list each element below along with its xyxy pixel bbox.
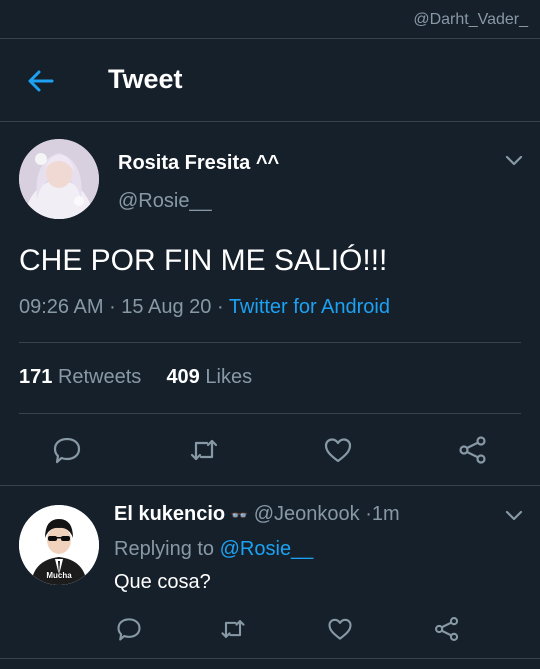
reply-comment-button[interactable] — [115, 615, 143, 643]
replying-to-label: Replying to — [114, 538, 215, 560]
stats-top-divider — [19, 342, 521, 343]
likes-label: Likes — [205, 366, 253, 388]
replying-to: Replying to @Rosie__ — [114, 538, 313, 561]
meta-separator: · — [216, 296, 229, 318]
reply-author-name[interactable]: El kukencio — [114, 503, 225, 525]
chevron-down-icon[interactable] — [505, 154, 523, 166]
tweet-stats: 171 Retweets 409 Likes — [19, 366, 252, 389]
tweet-text: CHE POR FIN ME SALIÓ!!! — [19, 244, 388, 277]
reply-header: El kukencio 👓 @Jeonkook ·1m — [114, 503, 400, 526]
retweets-stat[interactable]: 171 Retweets — [19, 366, 141, 388]
reply-divider — [0, 485, 540, 486]
tweet-source-link[interactable]: Twitter for Android — [229, 296, 390, 318]
meta-separator: · — [109, 296, 122, 318]
tweet-date: 15 Aug 20 — [121, 296, 212, 318]
top-divider — [0, 38, 540, 39]
reply-chevron-down-icon[interactable] — [505, 509, 523, 521]
like-icon — [324, 438, 352, 463]
comment-button[interactable] — [51, 434, 83, 466]
back-button[interactable] — [26, 66, 56, 96]
reply-author-glyph: 👓 — [230, 507, 249, 523]
author-avatar[interactable] — [19, 139, 99, 219]
share-icon — [459, 436, 486, 464]
likes-stat[interactable]: 409 Likes — [166, 366, 252, 388]
author-name[interactable]: Rosita Fresita ^^ — [118, 152, 279, 175]
retweet-icon — [221, 620, 245, 638]
retweets-count: 171 — [19, 366, 53, 388]
share-button[interactable] — [457, 434, 489, 466]
author-handle[interactable]: @Rosie__ — [118, 190, 212, 213]
reply-author-handle[interactable]: @Jeonkook — [254, 503, 360, 525]
avatar-caption: Mucha — [46, 571, 72, 580]
tweet-time: 09:26 AM — [19, 296, 104, 318]
like-button[interactable] — [322, 434, 354, 466]
likes-count: 409 — [166, 366, 200, 388]
retweet-icon — [190, 439, 218, 461]
page-title: Tweet — [108, 64, 183, 94]
comment-icon — [53, 437, 81, 464]
avatar-image — [19, 139, 99, 219]
reply-separator: · — [365, 503, 372, 525]
retweet-button[interactable] — [188, 434, 220, 466]
bottom-divider — [0, 658, 540, 659]
like-icon — [328, 618, 352, 640]
reply-age: 1m — [371, 503, 400, 525]
tweet-meta: 09:26 AM · 15 Aug 20 · Twitter for Andro… — [19, 296, 390, 319]
comment-icon — [117, 618, 141, 641]
header-divider — [0, 121, 540, 122]
reply-text: Que cosa? — [114, 571, 211, 593]
reply-share-button[interactable] — [433, 615, 461, 643]
share-icon — [435, 617, 459, 641]
reply-author-avatar[interactable]: Mucha — [19, 505, 99, 585]
stats-bottom-divider — [19, 413, 521, 414]
retweets-label: Retweets — [57, 366, 142, 388]
arrow-left-icon — [28, 70, 54, 92]
watermark: @Darht_Vader_ — [413, 11, 528, 28]
reply-like-button[interactable] — [326, 615, 354, 643]
replying-to-handle[interactable]: @Rosie__ — [220, 538, 314, 560]
reply-retweet-button[interactable] — [219, 615, 247, 643]
